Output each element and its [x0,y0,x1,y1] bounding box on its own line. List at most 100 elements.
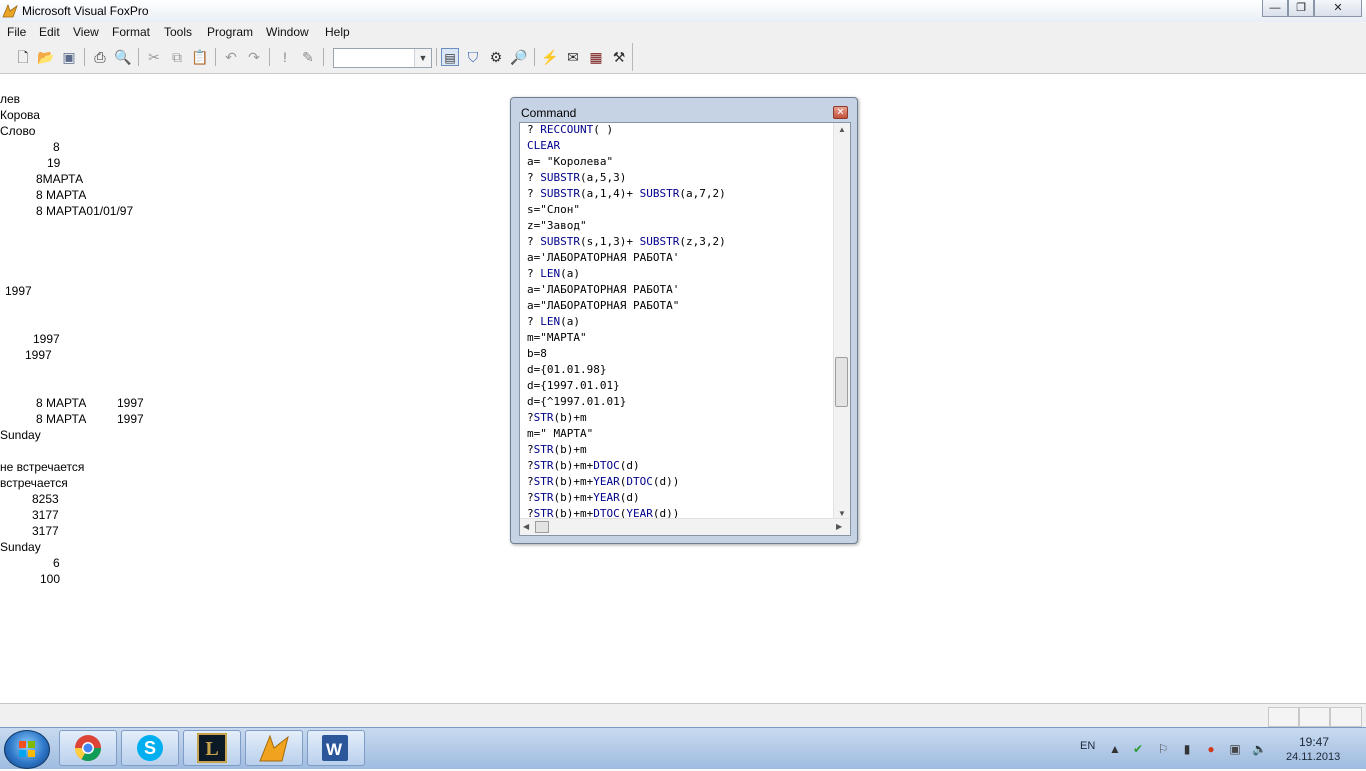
output-line: 3177 [32,524,59,538]
print-preview-icon[interactable]: 🔍 [114,48,132,66]
horizontal-scrollbar[interactable]: ◀ ▶ [520,518,850,535]
scroll-right-arrow-icon[interactable]: ▶ [836,522,842,531]
code-line[interactable]: ?STR(b)+m+YEAR(d) [527,490,640,506]
save-icon[interactable]: ▣ [60,48,78,66]
output-line: 8 МАРТА [36,396,87,410]
svg-text:L: L [205,738,218,760]
menu-bar: File Edit View Format Tools Program Wind… [0,22,1366,41]
print-icon[interactable]: ⎙ [91,48,109,66]
cut-icon[interactable]: ✂ [145,48,163,66]
menu-file[interactable]: File [7,25,26,39]
code-line[interactable]: ? SUBSTR(a,5,3) [527,170,626,186]
code-keyword: SUBSTR [540,235,580,248]
safely-remove-hardware-icon[interactable]: ▣ [1228,742,1242,756]
code-line[interactable]: m=" МАРТА" [527,426,593,442]
code-line[interactable]: ? SUBSTR(s,1,3)+ SUBSTR(z,3,2) [527,234,726,250]
code-line[interactable]: a='ЛАБОРАТОРНАЯ РАБОТА' [527,282,679,298]
form-wizard-icon[interactable]: ✉ [564,48,582,66]
scroll-left-arrow-icon[interactable]: ◀ [523,522,529,531]
status-cell [1330,707,1362,727]
code-text: ? [527,459,534,472]
code-line[interactable]: ? LEN(a) [527,266,580,282]
menu-help[interactable]: Help [325,25,350,39]
restore-button[interactable]: ❐ [1288,0,1314,17]
chevron-down-icon[interactable]: ▼ [414,49,431,67]
view-window-icon[interactable]: ⛉ [464,48,482,66]
vertical-scrollbar[interactable]: ▲ ▼ [833,123,850,520]
run-icon[interactable]: ! [276,48,294,66]
chrome-icon [74,735,102,762]
code-line[interactable]: m="МАРТА" [527,330,587,346]
code-line[interactable]: a= "Королева" [527,154,613,170]
command-window-close-button[interactable]: ✕ [833,106,848,119]
code-text: (a) [560,315,580,328]
clock-time[interactable]: 19:47 [1299,735,1329,749]
properties-window-icon[interactable]: ⚙ [487,48,505,66]
code-line[interactable]: ?STR(b)+m [527,442,587,458]
database-combo[interactable]: ▼ [333,48,432,68]
menu-program[interactable]: Program [207,25,253,39]
close-button[interactable]: ✕ [1314,0,1362,17]
taskbar-visual-foxpro[interactable] [245,730,303,766]
code-line[interactable]: ?STR(b)+m [527,410,587,426]
skype-icon: S [137,735,163,761]
taskbar-skype[interactable]: S [121,730,179,766]
code-line[interactable]: ? SUBSTR(a,1,4)+ SUBSTR(a,7,2) [527,186,726,202]
security-icon[interactable]: ✔ [1131,742,1145,756]
paste-icon[interactable]: 📋 [191,48,209,66]
vertical-scroll-thumb[interactable] [835,357,848,407]
code-keyword: RECCOUNT [540,123,594,136]
taskbar-league-of-legends[interactable]: L [183,730,241,766]
show-hidden-icons-icon[interactable]: ▲ [1108,742,1122,756]
code-text: m=" МАРТА" [527,427,594,440]
component-gallery-icon[interactable]: ⚡ [541,48,559,66]
menu-view[interactable]: View [73,25,99,39]
output-line: встречается [0,476,68,490]
scroll-up-arrow-icon[interactable]: ▲ [838,125,846,134]
code-line[interactable]: d={01.01.98} [527,362,606,378]
class-browser-icon[interactable]: 🔎 [510,48,528,66]
code-line[interactable]: d={^1997.01.01} [527,394,626,410]
code-line[interactable]: a='ЛАБОРАТОРНАЯ РАБОТА' [527,250,679,266]
undo-icon[interactable]: ↶ [222,48,240,66]
code-line[interactable]: ? LEN(a) [527,314,580,330]
clock-date[interactable]: 24.11.2013 [1286,751,1340,763]
taskbar-word[interactable]: W [307,730,365,766]
taskbar-chrome[interactable] [59,730,117,766]
command-editor[interactable]: ? RECCOUNT( ) CLEAR a= "Королева"? SUBSTR(… [519,122,851,536]
antivirus-icon[interactable]: ● [1204,742,1218,756]
code-line[interactable]: ?STR(b)+m+YEAR(DTOC(d)) [527,474,679,490]
menu-window[interactable]: Window [266,25,309,39]
language-indicator[interactable]: EN [1080,740,1095,752]
menu-edit[interactable]: Edit [39,25,60,39]
code-line[interactable]: a="ЛАБОРАТОРНАЯ РАБОТА" [527,298,679,314]
menu-tools[interactable]: Tools [164,25,192,39]
minimize-button[interactable]: — [1262,0,1288,17]
new-icon[interactable]: 🗋 [14,48,32,66]
code-line[interactable]: CLEAR [527,138,560,154]
report-icon[interactable]: ▦ [587,48,605,66]
code-line[interactable]: z="Завод" [527,218,587,234]
open-icon[interactable]: 📂 [37,48,55,66]
code-line[interactable]: ? RECCOUNT( ) [527,123,613,138]
horizontal-scroll-thumb[interactable] [535,521,549,533]
code-line[interactable]: b=8 [527,346,547,362]
start-button[interactable] [4,730,50,769]
toolbar-panel: 🗋 📂 ▣ ⎙ 🔍 ✂ ⧉ 📋 ↶ ↷ ! ✎ ▼ ▤ ⛉ ⚙ 🔎 ⚡ ✉ ▦ … [4,43,633,71]
code-line[interactable]: ?STR(b)+m+DTOC(d) [527,458,640,474]
code-line[interactable]: d={1997.01.01} [527,378,620,394]
scroll-down-arrow-icon[interactable]: ▼ [838,509,846,518]
redo-icon[interactable]: ↷ [245,48,263,66]
network-icon[interactable]: ⚐ [1156,742,1170,756]
copy-icon[interactable]: ⧉ [168,48,186,66]
tools-icon[interactable]: ⚒ [610,48,628,66]
code-line[interactable]: s="Слон" [527,202,580,218]
signal-icon[interactable]: ▮ [1180,742,1194,756]
volume-icon[interactable]: 🔈 [1252,742,1267,756]
command-window[interactable]: Command ✕ ? RECCOUNT( ) CLEAR a= "Королева… [510,97,858,544]
code-text: a='ЛАБОРАТОРНАЯ РАБОТА' [527,283,680,296]
menu-format[interactable]: Format [112,25,150,39]
code-keyword: YEAR [593,491,620,504]
modify-form-icon[interactable]: ✎ [299,48,317,66]
command-window-icon[interactable]: ▤ [441,48,459,66]
